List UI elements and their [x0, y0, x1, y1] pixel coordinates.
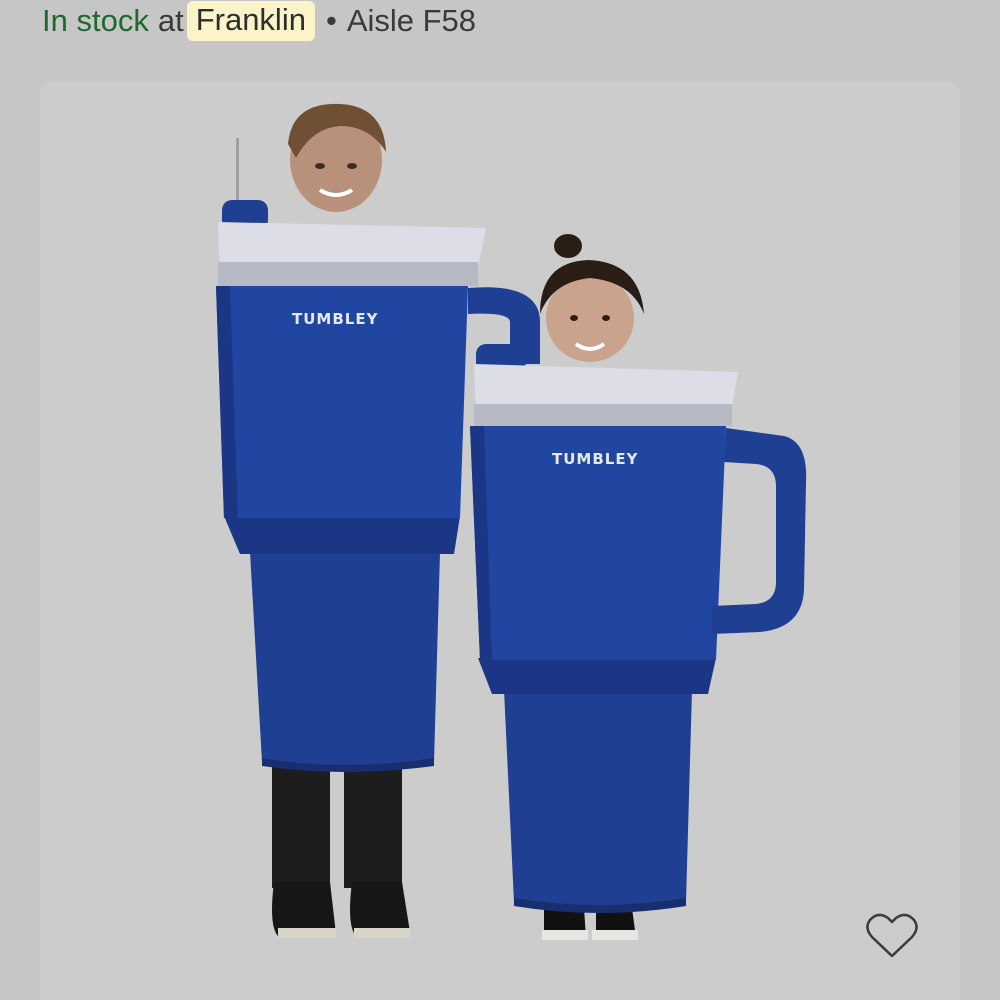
favorite-button[interactable] [860, 906, 924, 966]
product-image: TUMBLEY TUMBLEY [40, 82, 960, 1000]
separator-dot: • [325, 3, 337, 38]
availability-line: In stock at Franklin • Aisle F58 [42, 0, 476, 42]
aisle-location: Aisle F58 [346, 3, 477, 38]
adult-tumbler-logo: TUMBLEY [292, 310, 379, 328]
heart-outline-icon [866, 913, 918, 958]
product-page: In stock at Franklin • Aisle F58 TUMBLEY… [0, 0, 1000, 1000]
store-name-link[interactable]: Franklin [186, 1, 315, 41]
child-tumbler-logo: TUMBLEY [552, 450, 639, 468]
stock-status: In stock [42, 3, 149, 38]
product-image-card[interactable]: TUMBLEY TUMBLEY [40, 82, 960, 1000]
stock-connector: at [157, 3, 184, 38]
